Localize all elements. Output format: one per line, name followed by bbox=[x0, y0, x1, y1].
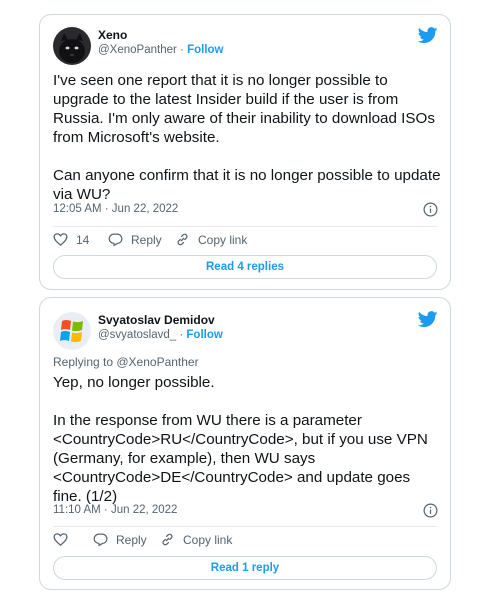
avatar[interactable] bbox=[53, 27, 91, 65]
tweet-timestamp[interactable]: 11:10 AM · Jun 22, 2022 bbox=[53, 504, 177, 516]
tweet-timestamp[interactable]: 12:05 AM · Jun 22, 2022 bbox=[53, 203, 178, 215]
reply-label: Reply bbox=[116, 532, 147, 547]
author-handle-line: @svyatoslavd_ · Follow bbox=[98, 329, 223, 341]
like-button[interactable] bbox=[53, 532, 76, 547]
black-panther-avatar-icon bbox=[53, 27, 91, 65]
author-handle-line: @XenoPanther · Follow bbox=[98, 44, 223, 56]
tweet-text: I've seen one report that it is no longe… bbox=[53, 72, 441, 203]
twitter-bird-icon[interactable] bbox=[418, 27, 438, 44]
reply-button[interactable]: Reply bbox=[108, 232, 162, 247]
follow-button[interactable]: Follow bbox=[187, 44, 223, 56]
info-icon[interactable] bbox=[423, 503, 438, 518]
author-handle[interactable]: @XenoPanther bbox=[98, 44, 177, 56]
read-replies-button[interactable]: Read 1 reply bbox=[53, 556, 437, 580]
twitter-bird-icon[interactable] bbox=[418, 311, 438, 328]
heart-icon bbox=[53, 533, 68, 546]
author-handle[interactable]: @svyatoslavd_ bbox=[98, 329, 176, 341]
reply-label: Reply bbox=[131, 232, 162, 247]
like-button[interactable]: 14 bbox=[53, 232, 89, 247]
tweet-text: Yep, no longer possible. In the response… bbox=[53, 374, 428, 505]
divider bbox=[53, 526, 437, 527]
separator: · bbox=[179, 329, 184, 341]
copy-link-label: Copy link bbox=[183, 532, 233, 547]
separator: · bbox=[180, 44, 184, 56]
tweet-card[interactable]: Svyatoslav Demidov @svyatoslavd_ · Follo… bbox=[39, 297, 451, 590]
copy-link-label: Copy link bbox=[198, 232, 248, 247]
reply-icon bbox=[108, 233, 123, 247]
copy-link-button[interactable]: Copy link bbox=[160, 532, 232, 547]
avatar[interactable] bbox=[53, 312, 91, 350]
reply-button[interactable]: Reply bbox=[93, 532, 147, 547]
link-icon bbox=[162, 533, 173, 546]
author-name[interactable]: Svyatoslav Demidov bbox=[98, 313, 215, 327]
follow-button[interactable]: Follow bbox=[186, 329, 222, 341]
author-name[interactable]: Xeno bbox=[98, 28, 127, 42]
info-icon[interactable] bbox=[423, 202, 438, 217]
replying-to[interactable]: Replying to @XenoPanther bbox=[53, 355, 199, 369]
copy-link-button[interactable]: Copy link bbox=[175, 232, 247, 247]
like-count: 14 bbox=[76, 232, 90, 247]
divider bbox=[53, 226, 437, 227]
link-icon bbox=[177, 233, 188, 246]
heart-icon bbox=[53, 233, 68, 246]
tweet-card[interactable]: Xeno @XenoPanther · Follow I've seen one… bbox=[39, 14, 451, 290]
reply-icon bbox=[93, 533, 108, 547]
read-replies-button[interactable]: Read 4 replies bbox=[53, 255, 437, 279]
windows-xp-logo-avatar-icon bbox=[53, 312, 91, 350]
